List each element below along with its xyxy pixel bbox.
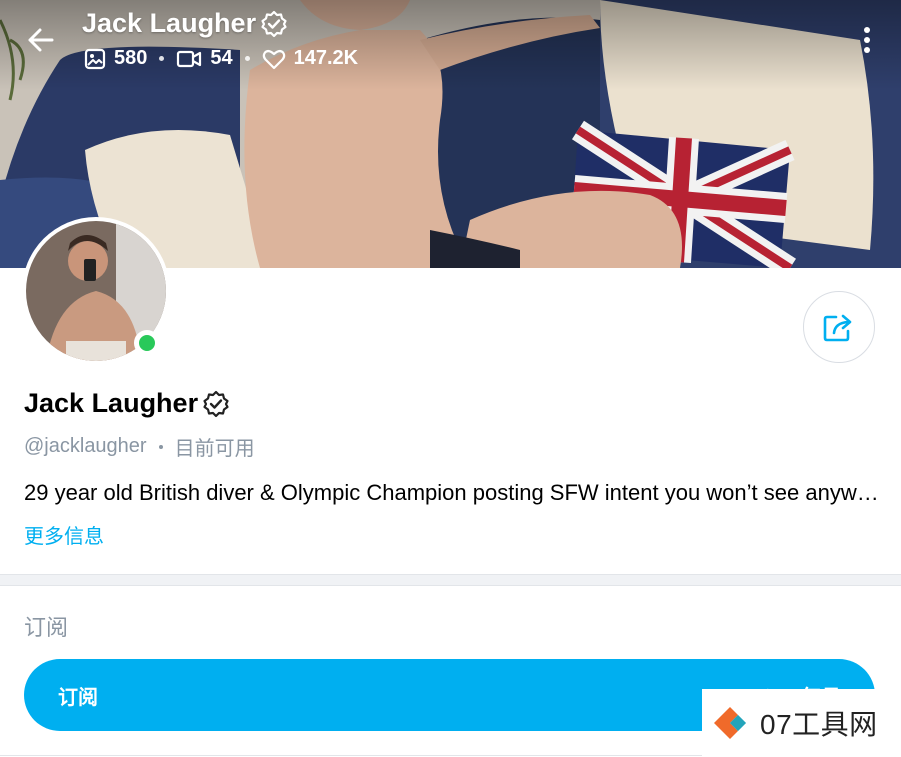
share-button[interactable]: [803, 291, 875, 363]
more-options-button[interactable]: [859, 24, 875, 56]
stat-likes-count: 147.2K: [293, 47, 359, 69]
availability-status: 目前可用: [174, 438, 255, 460]
more-vertical-icon: [864, 27, 870, 53]
section-divider: [0, 574, 901, 586]
profile-handle: @jacklaugher: [24, 435, 147, 457]
verified-icon: [261, 10, 287, 37]
watermark: 07工具网: [702, 689, 901, 757]
share-icon: [823, 314, 852, 342]
profile-meta: @jacklaugher 目前可用: [24, 432, 255, 461]
online-status-indicator: [134, 330, 160, 356]
header-stats: 580 54 147.2K: [84, 47, 358, 70]
heart-icon: [262, 49, 285, 69]
stat-separator: [244, 56, 250, 61]
stat-photos-count: 580: [114, 47, 148, 69]
stat-videos: 54: [176, 47, 233, 70]
watermark-logo-icon: [714, 707, 746, 739]
stat-photos: 580: [84, 47, 147, 70]
subscribe-button-label: 订阅: [58, 686, 98, 709]
more-info-link[interactable]: 更多信息: [24, 520, 104, 549]
stat-likes: 147.2K: [262, 47, 359, 70]
meta-separator: [158, 444, 163, 449]
profile-name: Jack Laugher: [24, 388, 199, 418]
stat-videos-count: 54: [210, 47, 233, 69]
video-icon: [177, 50, 202, 67]
back-button[interactable]: [22, 22, 58, 58]
profile-bio: 29 year old British diver & Olympic Cham…: [24, 480, 879, 505]
header-name: Jack Laugher: [82, 8, 257, 38]
image-icon: [84, 48, 106, 69]
stat-separator: [159, 56, 165, 61]
verified-icon: [203, 390, 229, 417]
profile-name-row: Jack Laugher: [24, 388, 230, 419]
header-title: Jack Laugher: [82, 8, 288, 39]
subscription-title: 订阅: [24, 615, 69, 640]
watermark-text: 07工具网: [760, 709, 878, 740]
back-arrow-icon: [28, 28, 54, 52]
